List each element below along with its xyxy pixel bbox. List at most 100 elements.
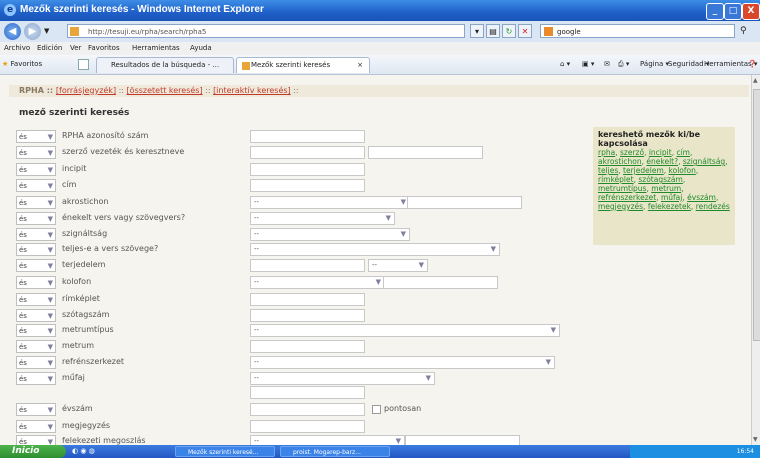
- close-button[interactable]: X: [742, 3, 760, 20]
- szerzo-vezetek-es-keresztneve-input[interactable]: [250, 146, 365, 159]
- szotagszam-input[interactable]: [250, 309, 365, 322]
- toggle-link-rendezes[interactable]: rendezés: [696, 202, 730, 211]
- toggle-link-metrum[interactable]: metrum: [651, 184, 681, 193]
- felekezeti-megoszlas-select[interactable]: -- ▼: [250, 435, 405, 445]
- minimize-button[interactable]: _: [706, 3, 724, 20]
- menu-herramientas[interactable]: Herramientas: [132, 44, 180, 52]
- mufaj-select[interactable]: -- ▼: [250, 372, 435, 385]
- url-input[interactable]: http://tesuji.eu/rpha/search/rpha5: [67, 24, 465, 38]
- taskbar-item-ie[interactable]: Mezők szerinti keresé...: [175, 446, 275, 457]
- search-input[interactable]: google: [540, 24, 735, 38]
- conjunction-select[interactable]: és ▼: [16, 196, 56, 209]
- favorites-button[interactable]: ★ Favoritos: [2, 60, 42, 68]
- home-icon[interactable]: ⌂ ▾: [560, 60, 570, 68]
- conjunction-select[interactable]: és ▼: [16, 179, 56, 192]
- feeds-icon[interactable]: ▣ ▾: [582, 60, 594, 68]
- compat-view-icon[interactable]: ▤: [486, 24, 500, 38]
- mufaj-extra-input[interactable]: [250, 386, 365, 399]
- toggle-link-rpha[interactable]: rpha: [598, 148, 615, 157]
- refresh-icon[interactable]: ↻: [502, 24, 516, 38]
- rpha-azonosito-szam-input[interactable]: [250, 130, 365, 143]
- tab-search-results[interactable]: Resultados de la búsqueda - ...: [96, 57, 234, 73]
- toggle-link-rimkeplet[interactable]: rímképlet: [598, 175, 634, 184]
- felekezeti-megoszlas-input-2[interactable]: [405, 435, 520, 445]
- toggle-link-refrenszerkezet[interactable]: refrénszerkezet: [598, 193, 656, 202]
- link-osszetett-kereses[interactable]: [összetett keresés]: [127, 86, 203, 95]
- incipit-input[interactable]: [250, 163, 365, 176]
- scroll-thumb[interactable]: [753, 89, 760, 341]
- toggle-link-enekelt[interactable]: énekelt?: [646, 157, 678, 166]
- url-dropdown-icon[interactable]: ▾: [470, 24, 484, 38]
- conjunction-select[interactable]: és ▼: [16, 293, 56, 306]
- menu-favoritos[interactable]: Favoritos: [88, 44, 120, 52]
- quick-tabs-icon[interactable]: [78, 59, 89, 70]
- forward-button[interactable]: ▶: [24, 23, 41, 40]
- akrostichon-select[interactable]: -- ▼: [250, 196, 410, 209]
- toggle-link-evszam[interactable]: évszám: [687, 193, 716, 202]
- terjedelem-select[interactable]: -- ▼: [368, 259, 428, 272]
- akrostichon-input-2[interactable]: [407, 196, 522, 209]
- stop-icon[interactable]: ✕: [518, 24, 532, 38]
- taskbar-item-doc[interactable]: proist. Mogarep-barz...: [280, 446, 390, 457]
- terjedelem-input[interactable]: [250, 259, 365, 272]
- szignaltsag-select[interactable]: -- ▼: [250, 228, 410, 241]
- conjunction-select[interactable]: és ▼: [16, 212, 56, 225]
- menu-ver[interactable]: Ver: [70, 44, 81, 52]
- megjegyzes-input[interactable]: [250, 420, 365, 433]
- toggle-link-szignaltsag[interactable]: szignáltság: [683, 157, 725, 166]
- tab-mezok-kereses[interactable]: Mezők szerinti keresés ×: [236, 57, 370, 73]
- scroll-up-icon[interactable]: ▲: [753, 77, 758, 84]
- conjunction-select[interactable]: és ▼: [16, 356, 56, 369]
- scroll-down-icon[interactable]: ▼: [753, 436, 758, 443]
- conjunction-select[interactable]: és ▼: [16, 309, 56, 322]
- search-icon[interactable]: ⚲: [740, 26, 747, 36]
- pontosan-checkbox[interactable]: [372, 405, 381, 414]
- conjunction-select[interactable]: és ▼: [16, 420, 56, 433]
- szerzo-vezetek-es-keresztneve-input-2[interactable]: [368, 146, 483, 159]
- nav-dropdown-icon[interactable]: ▼: [44, 27, 49, 35]
- menu-archivo[interactable]: Archivo: [4, 44, 30, 52]
- enekelt-vers-vagy-szovegvers-select[interactable]: -- ▼: [250, 212, 395, 225]
- help-icon[interactable]: ❓: [748, 60, 757, 68]
- refrenszerkezet-select[interactable]: -- ▼: [250, 356, 555, 369]
- toggle-link-incipit[interactable]: incipit: [649, 148, 672, 157]
- rimkeplet-input[interactable]: [250, 293, 365, 306]
- metrum-input[interactable]: [250, 340, 365, 353]
- back-button[interactable]: ◀: [4, 23, 21, 40]
- close-tab-icon[interactable]: ×: [357, 58, 363, 73]
- mail-icon[interactable]: ✉: [604, 60, 610, 68]
- kolofon-input-2[interactable]: [383, 276, 498, 289]
- metrumtipus-select[interactable]: -- ▼: [250, 324, 560, 337]
- toggle-link-felekezetek[interactable]: felekezetek: [648, 202, 691, 211]
- conjunction-select[interactable]: és ▼: [16, 146, 56, 159]
- toggle-link-akrostichon[interactable]: akrostichon: [598, 157, 642, 166]
- toggle-link-mufaj[interactable]: műfaj: [661, 193, 682, 202]
- cim-input[interactable]: [250, 179, 365, 192]
- conjunction-select[interactable]: és ▼: [16, 276, 56, 289]
- menu-ayuda[interactable]: Ayuda: [190, 44, 212, 52]
- conjunction-select[interactable]: és ▼: [16, 340, 56, 353]
- conjunction-select[interactable]: és ▼: [16, 403, 56, 416]
- toggle-link-szotagszam[interactable]: szótagszám: [638, 175, 682, 184]
- conjunction-select[interactable]: és ▼: [16, 243, 56, 256]
- toggle-link-cim[interactable]: cím: [676, 148, 690, 157]
- quicklaunch-icons[interactable]: ◐ ◉ ◍: [72, 447, 95, 455]
- conjunction-select[interactable]: és ▼: [16, 372, 56, 385]
- menu-edicion[interactable]: Edición: [37, 44, 62, 52]
- toggle-link-megjegyzes[interactable]: megjegyzés: [598, 202, 643, 211]
- conjunction-select[interactable]: és ▼: [16, 130, 56, 143]
- toggle-link-szerzo[interactable]: szerző: [620, 148, 644, 157]
- maximize-button[interactable]: □: [724, 3, 742, 20]
- toggle-link-kolofon[interactable]: kolofon: [669, 166, 696, 175]
- evszam-input[interactable]: [250, 403, 365, 416]
- conjunction-select[interactable]: és ▼: [16, 163, 56, 176]
- print-icon[interactable]: ⎙ ▾: [618, 60, 629, 69]
- vertical-scrollbar[interactable]: ▲ ▼: [751, 75, 760, 445]
- toggle-link-terjedelem[interactable]: terjedelem: [623, 166, 664, 175]
- kolofon-select[interactable]: -- ▼: [250, 276, 385, 289]
- conjunction-select[interactable]: és ▼: [16, 259, 56, 272]
- conjunction-select[interactable]: és ▼: [16, 324, 56, 337]
- conjunction-select[interactable]: és ▼: [16, 435, 56, 445]
- page-menu[interactable]: Página ▾: [640, 60, 669, 68]
- toggle-link-teljes[interactable]: teljes: [598, 166, 618, 175]
